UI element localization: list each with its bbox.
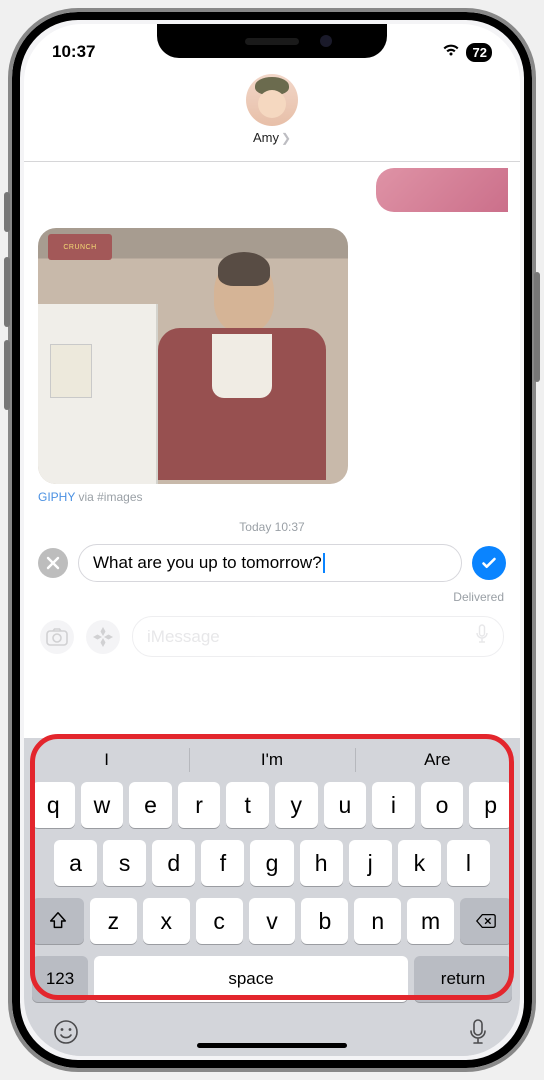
wifi-icon — [442, 42, 460, 62]
key-m[interactable]: m — [407, 898, 454, 944]
cancel-edit-button[interactable] — [38, 548, 68, 578]
dictation-button[interactable] — [462, 1016, 494, 1048]
conversation-scroll[interactable]: CRUNCH GIPHY via #images Today 10:37 Wha… — [24, 162, 520, 738]
timestamp-label: Today 10:37 — [239, 520, 304, 534]
gif-preview[interactable]: CRUNCH — [38, 228, 348, 484]
key-c[interactable]: c — [196, 898, 243, 944]
dictation-icon[interactable] — [475, 624, 489, 649]
conversation-header[interactable]: Amy ❯ — [24, 70, 520, 162]
text-cursor — [323, 553, 325, 573]
key-h[interactable]: h — [300, 840, 343, 886]
compose-placeholder: iMessage — [147, 627, 220, 647]
key-l[interactable]: l — [447, 840, 490, 886]
emoji-button[interactable] — [50, 1016, 82, 1048]
key-i[interactable]: i — [372, 782, 415, 828]
prediction-3[interactable]: Are — [355, 738, 520, 782]
key-a[interactable]: a — [54, 840, 97, 886]
key-row-bottom: 123 space return — [24, 956, 520, 1012]
space-key[interactable]: space — [94, 956, 408, 1002]
notch — [157, 24, 387, 58]
volume-up-button — [4, 257, 10, 327]
key-s[interactable]: s — [103, 840, 146, 886]
phone-frame: 10:37 72 Amy ❯ CRUNCH — [8, 8, 536, 1072]
key-row-1: q w e r t y u i o p — [24, 782, 520, 828]
home-indicator[interactable] — [197, 1043, 347, 1048]
compose-input[interactable]: iMessage — [132, 616, 504, 657]
contact-avatar[interactable] — [246, 74, 298, 126]
shift-key[interactable] — [32, 898, 84, 944]
prediction-bar: I I'm Are — [24, 738, 520, 782]
contact-name-row[interactable]: Amy ❯ — [253, 130, 291, 145]
app-drawer-button[interactable] — [86, 620, 120, 654]
key-r[interactable]: r — [178, 782, 221, 828]
volume-down-button — [4, 340, 10, 410]
key-u[interactable]: u — [324, 782, 367, 828]
prediction-1[interactable]: I — [24, 738, 189, 782]
key-g[interactable]: g — [250, 840, 293, 886]
gif-bg-label: CRUNCH — [48, 234, 112, 260]
key-o[interactable]: o — [421, 782, 464, 828]
power-button — [534, 272, 540, 382]
prediction-2[interactable]: I'm — [189, 738, 354, 782]
key-w[interactable]: w — [81, 782, 124, 828]
screen: 10:37 72 Amy ❯ CRUNCH — [24, 24, 520, 1056]
key-p[interactable]: p — [469, 782, 512, 828]
key-k[interactable]: k — [398, 840, 441, 886]
camera-button[interactable] — [40, 620, 74, 654]
status-time: 10:37 — [52, 42, 95, 62]
gif-source: GIPHY — [38, 490, 75, 504]
received-gif-card[interactable]: CRUNCH GIPHY via #images — [38, 228, 348, 504]
mute-switch — [4, 192, 10, 232]
key-j[interactable]: j — [349, 840, 392, 886]
editing-message-row: What are you up to tomorrow? — [38, 544, 506, 582]
confirm-edit-button[interactable] — [472, 546, 506, 580]
key-y[interactable]: y — [275, 782, 318, 828]
return-key[interactable]: return — [414, 956, 512, 1002]
numbers-key[interactable]: 123 — [32, 956, 88, 1002]
key-row-2: a s d f g h j k l — [24, 840, 520, 886]
status-right: 72 — [442, 42, 492, 62]
chevron-right-icon: ❯ — [281, 131, 291, 145]
key-e[interactable]: e — [129, 782, 172, 828]
key-n[interactable]: n — [354, 898, 401, 944]
sent-image-bubble[interactable] — [376, 168, 508, 212]
key-t[interactable]: t — [226, 782, 269, 828]
gif-via: via #images — [75, 490, 142, 504]
compose-row: iMessage — [38, 616, 506, 667]
key-x[interactable]: x — [143, 898, 190, 944]
gif-attribution: GIPHY via #images — [38, 490, 348, 504]
key-d[interactable]: d — [152, 840, 195, 886]
key-row-3: z x c v b n m — [24, 898, 520, 944]
battery-badge: 72 — [466, 43, 492, 62]
key-q[interactable]: q — [32, 782, 75, 828]
front-camera — [320, 35, 332, 47]
key-v[interactable]: v — [249, 898, 296, 944]
editing-message-field[interactable]: What are you up to tomorrow? — [78, 544, 462, 582]
keyboard: I I'm Are q w e r t y u i o p a s d f — [24, 738, 520, 1056]
key-z[interactable]: z — [90, 898, 137, 944]
contact-name: Amy — [253, 130, 279, 145]
editing-text: What are you up to tomorrow? — [93, 553, 322, 573]
delivered-label: Delivered — [453, 590, 504, 604]
speaker-grille — [245, 38, 299, 45]
backspace-key[interactable] — [460, 898, 512, 944]
key-f[interactable]: f — [201, 840, 244, 886]
keyboard-toolbar — [24, 1012, 520, 1056]
key-b[interactable]: b — [301, 898, 348, 944]
